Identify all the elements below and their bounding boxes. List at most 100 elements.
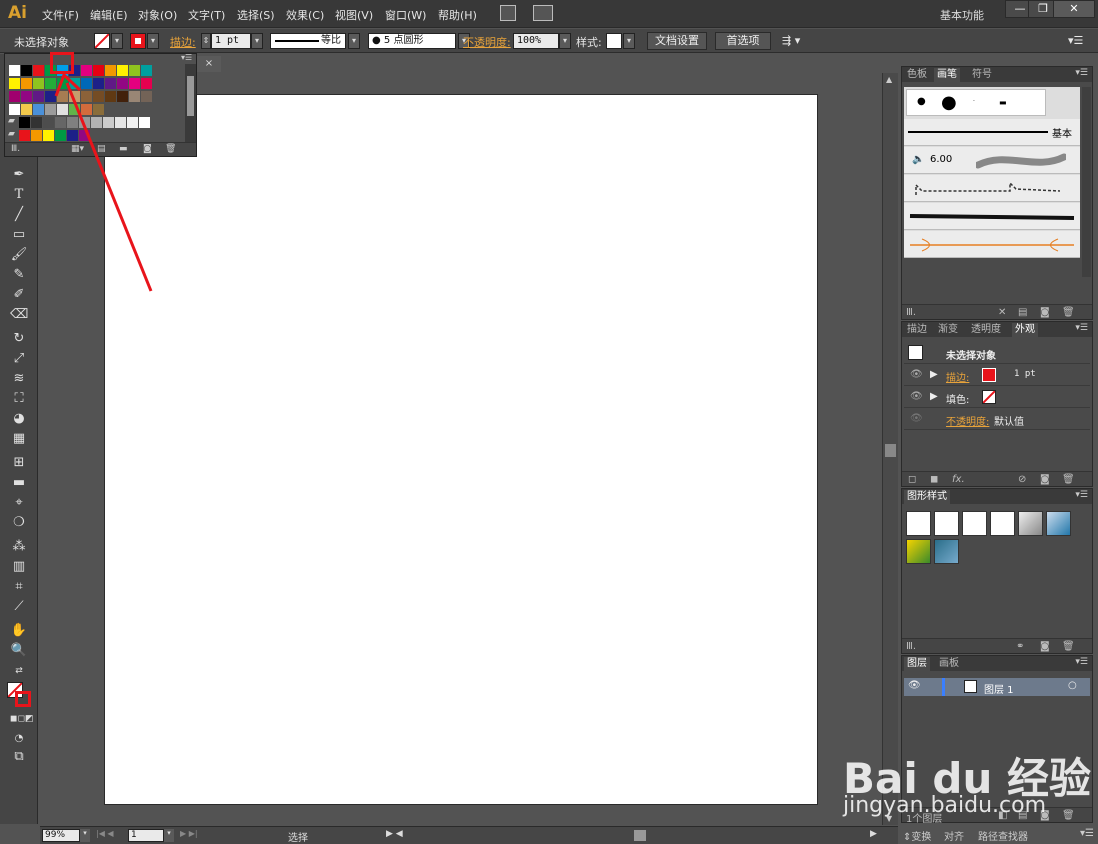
tab-transparency[interactable]: 透明度 xyxy=(968,323,1004,337)
type-tool-icon[interactable]: T xyxy=(10,186,28,204)
workspace-switcher[interactable]: 基本功能 xyxy=(940,7,984,23)
color-swatch[interactable] xyxy=(45,78,56,89)
color-swatch[interactable] xyxy=(79,117,90,128)
first-page-icon[interactable]: |◀ ◀ xyxy=(96,829,114,838)
slice-tool-icon[interactable]: ⟋ xyxy=(10,598,28,616)
scale-tool-icon[interactable]: ⤢ xyxy=(10,350,28,368)
appearance-stroke-label[interactable]: 描边: xyxy=(946,369,969,384)
page-dropdown[interactable]: ▾ xyxy=(164,829,174,842)
horizontal-scroll-thumb[interactable] xyxy=(634,830,646,841)
brushes-scrollbar[interactable] xyxy=(1082,87,1091,277)
color-swatch[interactable] xyxy=(81,91,92,102)
blend-tool-icon[interactable]: ❍ xyxy=(10,514,28,532)
appearance-opacity-label[interactable]: 不透明度: xyxy=(946,413,989,428)
delete-swatch-icon[interactable]: 🗑 xyxy=(165,144,176,154)
brush-row-artistic[interactable]: 🔈 6.00 xyxy=(904,147,1080,174)
color-swatch[interactable] xyxy=(67,130,78,141)
color-swatch[interactable] xyxy=(79,130,90,141)
break-link-icon[interactable]: ⚭ xyxy=(1016,641,1024,652)
menu-type[interactable]: 文字(T) xyxy=(188,7,225,23)
bridge-icon[interactable] xyxy=(500,5,516,21)
color-swatch[interactable] xyxy=(69,78,80,89)
delete-item-icon[interactable]: 🗑 xyxy=(1062,474,1075,485)
layer-name[interactable]: 图层 1 xyxy=(984,681,1014,696)
color-swatch[interactable] xyxy=(57,104,68,115)
menu-object[interactable]: 对象(O) xyxy=(138,7,177,23)
brush-dot-flat[interactable]: ▬ xyxy=(999,98,1007,107)
layer-row[interactable]: 👁 图层 1 ○ xyxy=(904,678,1090,696)
graphic-style-white[interactable] xyxy=(962,511,987,536)
artboard[interactable] xyxy=(104,94,818,805)
page-field[interactable]: 1 xyxy=(128,829,164,842)
zoom-tool-icon[interactable]: 🔍 xyxy=(10,642,28,660)
color-swatch[interactable] xyxy=(93,78,104,89)
color-swatch[interactable] xyxy=(19,130,30,141)
delete-layer-icon[interactable]: 🗑 xyxy=(1062,810,1075,821)
layer-target-icon[interactable]: ○ xyxy=(1068,680,1077,691)
draw-mode-icon[interactable]: ◔ xyxy=(10,730,28,748)
appearance-opacity-row[interactable]: 👁 不透明度: 默认值 xyxy=(904,409,1090,430)
layers-panel-menu-icon[interactable]: ▾☰ xyxy=(1075,657,1088,667)
graphic-style-offset[interactable] xyxy=(990,511,1015,536)
graphic-styles-library-icon[interactable]: Ⅲ. xyxy=(906,641,916,652)
stroke-label[interactable]: 描边: xyxy=(170,34,196,50)
tab-appearance[interactable]: 外观 xyxy=(1012,323,1038,337)
color-swatch[interactable] xyxy=(31,130,42,141)
color-swatch[interactable] xyxy=(57,91,68,102)
brush-dot-large[interactable]: ● xyxy=(941,92,957,113)
menu-effect[interactable]: 效果(C) xyxy=(286,7,324,23)
line-tool-icon[interactable]: ╱ xyxy=(10,206,28,224)
stroke-weight-dropdown[interactable]: ▾ xyxy=(251,33,263,49)
color-swatch[interactable] xyxy=(67,117,78,128)
expand-arrow-icon[interactable]: ▶ xyxy=(930,369,938,380)
pencil-tool-icon[interactable]: ✎ xyxy=(10,266,28,284)
show-kinds-icon[interactable]: ▦▾ xyxy=(71,144,84,154)
blob-brush-tool-icon[interactable]: ✐ xyxy=(10,286,28,304)
menu-help[interactable]: 帮助(H) xyxy=(438,7,477,23)
visibility-eye-icon[interactable]: 👁 xyxy=(910,369,923,380)
graphic-styles-menu-icon[interactable]: ▾☰ xyxy=(1075,490,1088,500)
color-swatch[interactable] xyxy=(43,117,54,128)
color-swatch[interactable] xyxy=(141,91,152,102)
color-swatch[interactable] xyxy=(9,91,20,102)
status-mode[interactable]: 选择 xyxy=(288,829,308,844)
swatch-popup-menu-icon[interactable]: ▾☰ xyxy=(181,53,192,62)
swatch-popup-scroll-thumb[interactable] xyxy=(187,76,194,116)
duplicate-item-icon[interactable]: ◙ xyxy=(1040,474,1050,485)
color-swatch[interactable] xyxy=(117,91,128,102)
last-page-icon[interactable]: ▶ ▶| xyxy=(180,829,198,838)
rotate-tool-icon[interactable]: ↻ xyxy=(10,330,28,348)
mesh-tool-icon[interactable]: ⊞ xyxy=(10,454,28,472)
swap-fill-stroke-icon[interactable]: ⇄ xyxy=(10,662,28,680)
graphic-style-texture[interactable] xyxy=(934,539,959,564)
color-swatch[interactable] xyxy=(33,78,44,89)
color-swatch[interactable] xyxy=(105,65,116,76)
layer-visibility-eye-icon[interactable]: 👁 xyxy=(908,680,921,691)
fill-none-icon[interactable] xyxy=(94,33,110,49)
style-dropdown[interactable]: ▾ xyxy=(623,33,635,49)
add-new-stroke-icon[interactable]: ◻ xyxy=(908,474,916,485)
new-brush-icon[interactable]: ◙ xyxy=(1040,307,1050,318)
remove-brush-stroke-icon[interactable]: ✕ xyxy=(998,307,1006,318)
vertical-scrollbar[interactable]: ▲ ▼ xyxy=(882,73,898,825)
color-swatch[interactable] xyxy=(105,78,116,89)
color-swatch[interactable] xyxy=(105,91,116,102)
graphic-style-blue-glow[interactable] xyxy=(1046,511,1071,536)
brush-dot-tiny[interactable]: · xyxy=(973,98,975,105)
color-swatch[interactable] xyxy=(141,78,152,89)
tab-swatches[interactable]: 色板 xyxy=(904,68,930,82)
screen-mode-icon[interactable]: ⧉ xyxy=(10,748,28,766)
menu-edit[interactable]: 编辑(E) xyxy=(90,7,128,23)
appearance-fill-label[interactable]: 填色: xyxy=(946,391,969,406)
symbol-sprayer-tool-icon[interactable]: ⁂ xyxy=(10,538,28,556)
rectangle-tool-icon[interactable]: ▭ xyxy=(10,226,28,244)
opacity-label[interactable]: 不透明度: xyxy=(463,34,511,50)
profile-dropdown[interactable]: ▾ xyxy=(348,33,360,49)
visibility-eye-icon[interactable]: 👁 xyxy=(910,413,923,424)
color-swatch[interactable] xyxy=(57,78,68,89)
gradient-tool-icon[interactable]: ▬ xyxy=(10,474,28,492)
color-swatch[interactable] xyxy=(21,104,32,115)
menu-select[interactable]: 选择(S) xyxy=(237,7,275,23)
menu-view[interactable]: 视图(V) xyxy=(335,7,373,23)
status-menu-icon[interactable]: ▶ ◀ xyxy=(386,829,403,839)
